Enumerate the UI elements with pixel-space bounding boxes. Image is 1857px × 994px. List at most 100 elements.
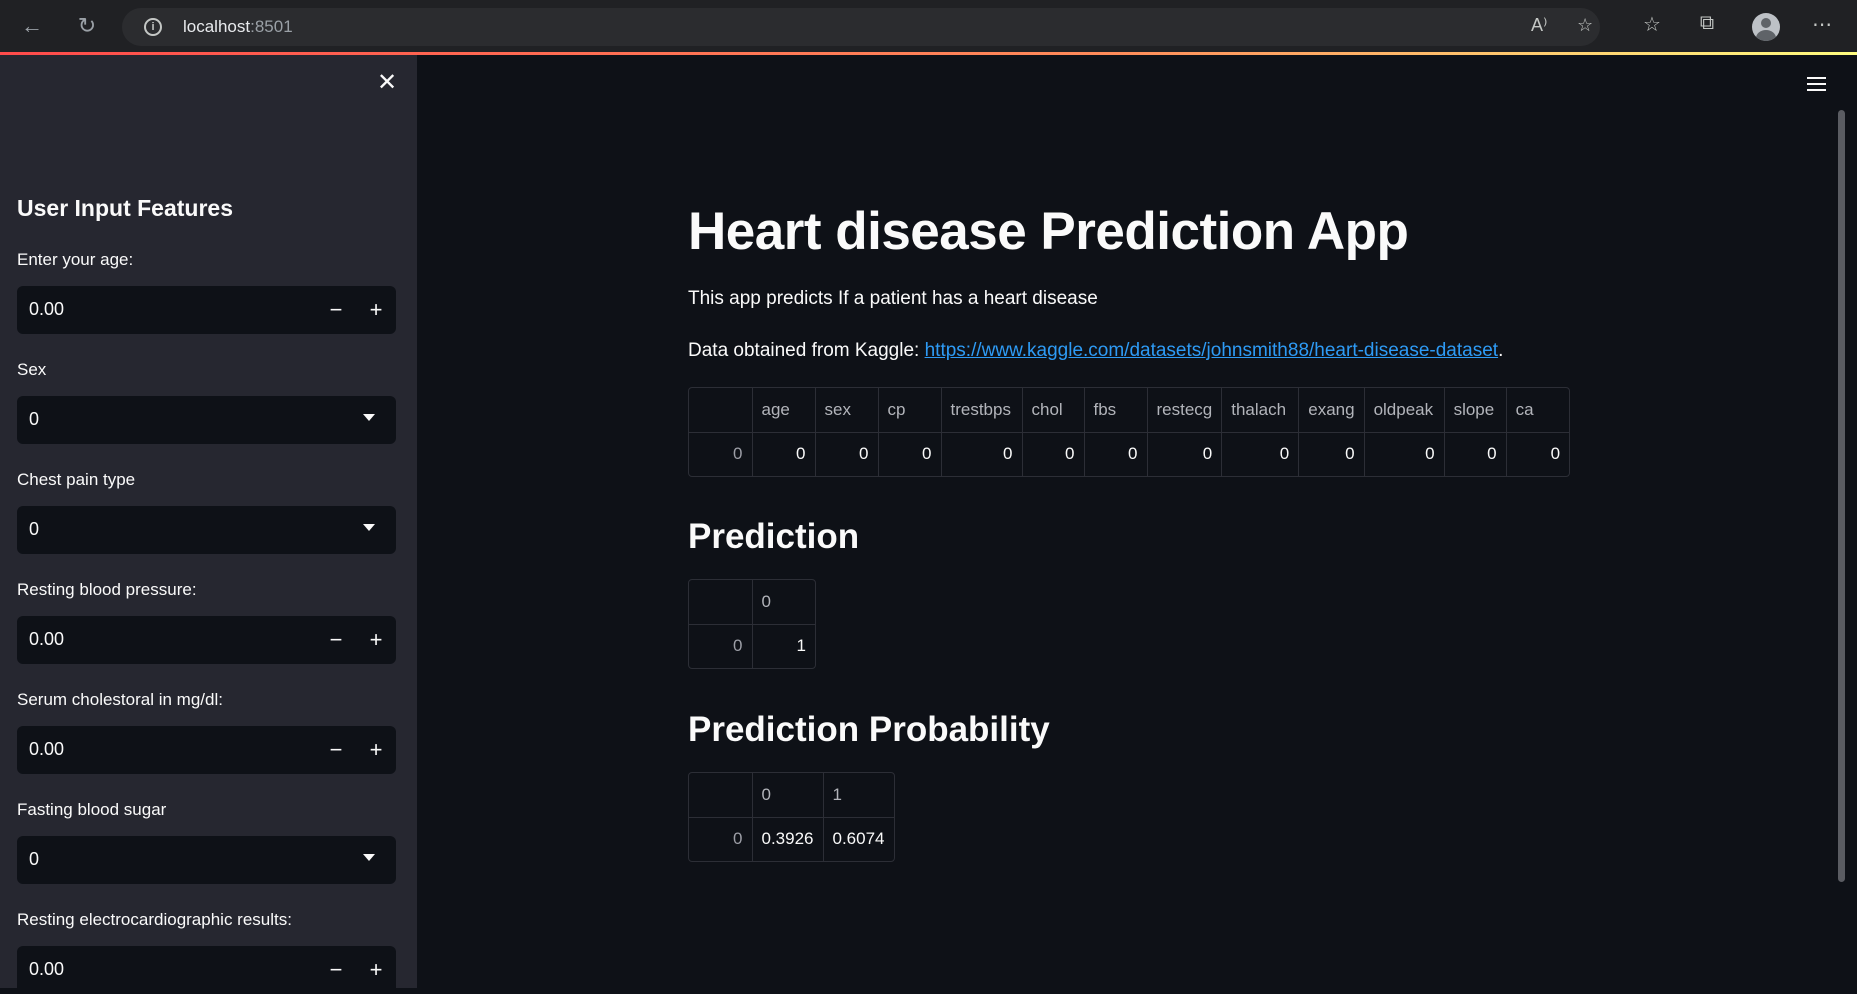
favorites-icon[interactable]: ☆ (1638, 12, 1666, 37)
column-header: 0 (752, 580, 815, 625)
plus-icon[interactable]: + (359, 624, 393, 656)
table-cell: 0 (1444, 432, 1507, 476)
blood-pressure-input[interactable]: 0.00 − + (17, 616, 396, 664)
age-label: Enter your age: (17, 250, 134, 269)
blood-sugar-label: Fasting blood sugar (17, 800, 167, 819)
column-header: trestbps (941, 388, 1023, 433)
prediction-heading: Prediction (688, 517, 860, 556)
cholesterol-value[interactable]: 0.00 (29, 739, 64, 760)
column-header: oldpeak (1364, 388, 1445, 433)
browser-toolbar: ← ↻ i localhost:8501 A⁾ ☆ ☆ ⧉ ⋯ (0, 0, 1857, 52)
table-row: 0 1 (689, 624, 815, 668)
kaggle-link[interactable]: https://www.kaggle.com/datasets/johnsmit… (925, 340, 1498, 361)
chevron-down-icon[interactable] (363, 854, 375, 861)
column-header: sex (815, 388, 879, 433)
table-index-header (689, 580, 753, 625)
column-header: chol (1022, 388, 1085, 433)
table-cell: 0 (752, 432, 816, 476)
column-header: fbs (1084, 388, 1148, 433)
table-row: 0 0 0 0 0 0 0 0 0 0 0 0 0 (689, 432, 1569, 476)
age-input[interactable]: 0.00 − + (17, 286, 396, 334)
chest-pain-select[interactable]: 0 (17, 506, 396, 554)
column-header: exang (1298, 388, 1365, 433)
column-header: ca (1506, 388, 1570, 433)
url-text[interactable]: localhost:8501 (183, 17, 293, 37)
collections-icon[interactable]: ⧉ (1693, 12, 1721, 35)
column-header: cp (878, 388, 942, 433)
input-features-table: age sex cp trestbps chol fbs restecg tha… (688, 387, 1571, 477)
table-cell: 1 (796, 636, 806, 656)
plus-icon[interactable]: + (359, 734, 393, 766)
table-cell: 0 (1022, 432, 1085, 476)
row-index: 0 (689, 817, 753, 861)
row-index: 0 (689, 624, 753, 668)
page-title: Heart disease Prediction App (688, 202, 1409, 261)
cholesterol-input[interactable]: 0.00 − + (17, 726, 396, 774)
sex-select[interactable]: 0 (17, 396, 396, 444)
chevron-down-icon[interactable] (363, 414, 375, 421)
chevron-down-icon[interactable] (363, 524, 375, 531)
blood-sugar-value[interactable]: 0 (29, 849, 39, 870)
hamburger-menu-icon[interactable] (1804, 73, 1830, 95)
data-source-suffix: . (1498, 340, 1504, 361)
minus-icon[interactable]: − (319, 294, 353, 326)
chest-pain-value[interactable]: 0 (29, 519, 39, 540)
read-aloud-icon[interactable]: A⁾ (1531, 15, 1547, 36)
plus-icon[interactable]: + (359, 294, 393, 326)
add-favorite-icon[interactable]: ☆ (1577, 15, 1593, 36)
plus-icon[interactable]: + (359, 954, 393, 986)
blood-sugar-select[interactable]: 0 (17, 836, 396, 884)
ecg-label: Resting electrocardiographic results: (17, 910, 292, 929)
app-description: This app predicts If a patient has a hea… (688, 288, 1098, 309)
column-header: 1 (823, 773, 894, 818)
blood-pressure-value[interactable]: 0.00 (29, 629, 64, 650)
refresh-icon[interactable]: ↻ (71, 10, 103, 42)
column-header: restecg (1147, 388, 1223, 433)
cholesterol-label: Serum cholestoral in mg/dl: (17, 690, 223, 709)
table-cell: 0.6074 (832, 829, 885, 849)
table-index-header (689, 388, 753, 433)
minus-icon[interactable]: − (319, 954, 353, 986)
scrollbar[interactable] (1838, 110, 1845, 882)
profile-icon[interactable] (1752, 13, 1780, 41)
more-icon[interactable]: ⋯ (1808, 12, 1836, 37)
table-cell: 0 (1298, 432, 1365, 476)
data-source-prefix: Data obtained from Kaggle: (688, 340, 925, 361)
probability-heading: Prediction Probability (688, 710, 1050, 749)
column-header: age (752, 388, 816, 433)
address-bar[interactable]: i localhost:8501 A⁾ ☆ (122, 8, 1600, 46)
close-icon[interactable]: ✕ (374, 70, 400, 96)
table-cell: 0 (1550, 444, 1561, 464)
url-port: :8501 (250, 17, 293, 36)
ecg-value[interactable]: 0.00 (29, 959, 64, 980)
table-index-header (689, 773, 753, 818)
column-header: 0 (752, 773, 824, 818)
column-header: slope (1444, 388, 1507, 433)
prediction-table: 0 0 1 (688, 579, 816, 669)
table-cell: 0 (815, 432, 879, 476)
sidebar: ✕ User Input Features Enter your age: 0.… (0, 55, 417, 994)
table-cell: 0 (1221, 432, 1300, 476)
table-cell: 0 (1147, 432, 1223, 476)
column-header: thalach (1221, 388, 1300, 433)
table-row: 0 0.3926 0.6074 (689, 817, 894, 861)
chest-pain-label: Chest pain type (17, 470, 136, 489)
blood-pressure-label: Resting blood pressure: (17, 580, 197, 599)
age-value[interactable]: 0.00 (29, 299, 64, 320)
row-index: 0 (689, 432, 753, 476)
table-cell: 0 (878, 432, 942, 476)
url-host: localhost (183, 17, 251, 36)
table-cell: 0 (1364, 432, 1445, 476)
back-arrow-icon[interactable]: ← (16, 10, 48, 42)
table-cell: 0.3926 (752, 817, 824, 861)
table-cell: 0 (1084, 432, 1148, 476)
ecg-input[interactable]: 0.00 − + (17, 946, 396, 994)
info-icon[interactable]: i (144, 18, 162, 36)
sex-label: Sex (17, 360, 47, 379)
data-source-text: Data obtained from Kaggle: https://www.k… (688, 340, 1503, 362)
sidebar-title: User Input Features (17, 195, 233, 221)
minus-icon[interactable]: − (319, 734, 353, 766)
minus-icon[interactable]: − (319, 624, 353, 656)
table-cell: 0 (941, 432, 1023, 476)
sex-value[interactable]: 0 (29, 409, 39, 430)
